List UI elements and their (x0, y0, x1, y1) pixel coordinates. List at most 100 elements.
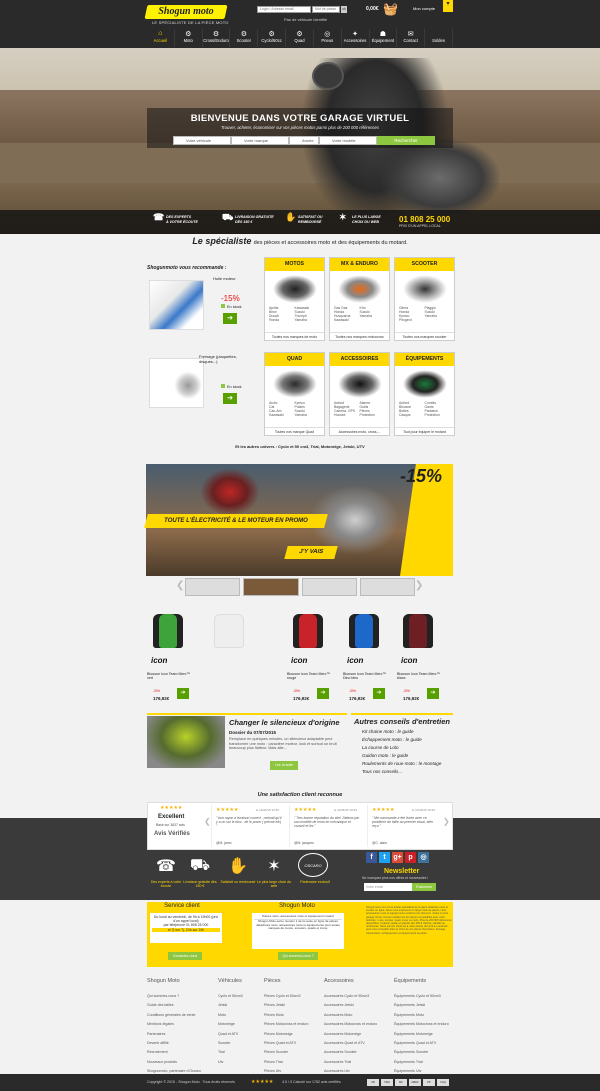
social-4-icon[interactable]: ◎ (418, 852, 429, 863)
news-title[interactable]: Changer le silencieux d'origine (229, 718, 340, 727)
category-card[interactable]: SCOOTER Gilera Honda Kymco Peugeot Piaggio Suz… (394, 257, 455, 341)
tip-link[interactable]: Kit chaine moto : le guide (362, 729, 414, 734)
footer-link[interactable]: Équipements Quad et ATV (394, 1039, 449, 1048)
reviews-prev-icon[interactable]: ❮ (204, 817, 211, 826)
footer-link[interactable]: Accessoires Motocross et enduro (324, 1020, 377, 1029)
category-all-link[interactable]: Toutes nos marques de moto (265, 332, 324, 340)
product-name[interactable]: Blouson Icon Team Merc™ Dino bleu (343, 672, 391, 681)
footer-link[interactable]: Partenaires (147, 1030, 201, 1039)
nav-item-pneus[interactable]: ◎ Pneus (314, 29, 342, 47)
carousel-thumb[interactable] (301, 578, 357, 596)
login-ok-button[interactable]: ok (341, 6, 347, 13)
search-button[interactable]: Rechercher (377, 136, 435, 145)
brand-link[interactable]: Yamaha (425, 314, 451, 318)
footer-link[interactable]: Recrutement (147, 1048, 201, 1057)
category-title[interactable]: MOTOS (265, 258, 324, 271)
recommended-product[interactable]: Huile moteur -15% En stock ➔ (147, 276, 247, 336)
footer-link[interactable]: Mentions légales (147, 1020, 201, 1029)
nav-item-scooter[interactable]: ⚙ Scooter (230, 29, 259, 47)
nav-item-quad[interactable]: ⚙ Quad (286, 29, 314, 47)
select-brand[interactable]: Votre marque (231, 136, 289, 145)
news-image[interactable] (147, 716, 225, 768)
nav-item-accessoires[interactable]: ✦ Accessoires (342, 29, 370, 47)
nav-item-cyclo-50cc[interactable]: ⚙ Cyclo/50cc (258, 29, 287, 47)
reviews-next-icon[interactable]: ❯ (443, 817, 450, 826)
select-model[interactable]: Votre modèle (319, 136, 377, 145)
footer-link[interactable]: Utv (218, 1058, 243, 1067)
footer-link[interactable]: Accessoires Trial (324, 1058, 377, 1067)
social-0-icon[interactable]: f (366, 852, 377, 863)
product-go-button[interactable]: ➔ (223, 393, 237, 404)
footer-link[interactable]: Équipements Moto (394, 1011, 449, 1020)
brand-link[interactable]: Yamaha (360, 314, 386, 318)
password-input[interactable]: Mot de passe (312, 6, 340, 13)
brand-link[interactable]: Yamaha (295, 413, 321, 417)
footer-link[interactable]: Équipements Motoneige (394, 1030, 449, 1039)
product-card[interactable]: icon Blouson Icon Team Merc™ Dino bleu -5%… (343, 610, 393, 706)
shogun-logo[interactable]: Shogun moto (144, 5, 228, 19)
tip-link[interactable]: Tous nos conseils... (362, 769, 402, 774)
product-go-button[interactable]: ➔ (223, 313, 237, 324)
carousel-thumb[interactable] (359, 578, 415, 596)
other-universes[interactable]: Et les autres univers : Cyclo et 50 cm3,… (147, 444, 453, 449)
select-vehicle[interactable]: Votre véhicule (173, 136, 231, 145)
footer-link[interactable]: Accessoires Cyclo et 50cm3 (324, 992, 377, 1001)
category-title[interactable]: ÉQUIPEMENTS (395, 353, 454, 366)
jacket-image[interactable] (349, 614, 379, 648)
newsletter-email-input[interactable]: Votre email (364, 883, 412, 891)
category-card[interactable]: ÉQUIPEMENTS Antivol Blouson Bottes Casque Com… (394, 352, 455, 436)
product-card[interactable] (208, 610, 258, 706)
carousel-thumb[interactable] (185, 578, 241, 596)
jacket-image[interactable] (293, 614, 323, 648)
nav-item-soldes[interactable]: Soldes (425, 29, 453, 47)
category-all-link[interactable]: Toutes nos marques motocross (330, 332, 389, 340)
footer-link[interactable]: Devenir affilié (147, 1039, 201, 1048)
product-name[interactable]: Blouson Icon Team Merc™ rouge (287, 672, 335, 681)
footer-link[interactable]: Cyclo et 50cm3 (218, 992, 243, 1001)
tip-link[interactable]: Guidon moto : le guide (362, 753, 408, 758)
who-are-we-button[interactable]: Qui sommes-nous ? (278, 952, 318, 960)
footer-link[interactable]: Équipements Scooter (394, 1048, 449, 1057)
brand-link[interactable]: Honda (269, 318, 295, 322)
footer-link[interactable]: Pièces Motoneige (264, 1030, 309, 1039)
footer-link[interactable]: Conditions générales de vente (147, 1011, 201, 1020)
footer-link[interactable]: Pièces Quad et ATV (264, 1039, 309, 1048)
footer-link[interactable]: Pièces Moto (264, 1011, 309, 1020)
footer-link[interactable]: Quad et ATV (218, 1030, 243, 1039)
footer-link[interactable]: Accessoires Jetski (324, 1001, 377, 1010)
tip-link[interactable]: Échappement moto : le guide (362, 737, 422, 742)
category-all-link[interactable]: Tout pour équiper le motard (395, 427, 454, 435)
nav-item-contact[interactable]: ✉ Contact (397, 29, 426, 47)
footer-link[interactable]: Moto (218, 1011, 243, 1020)
footer-link[interactable]: Équipements Motocross et enduro (394, 1020, 449, 1029)
category-card[interactable]: QUAD Arctic Cat Can-Am Kawasaki Kymco Polaris S… (264, 352, 325, 436)
brand-link[interactable]: Kawasaki (269, 413, 295, 417)
jacket-image[interactable] (153, 614, 183, 648)
brand-link[interactable]: Peugeot (399, 318, 425, 322)
product-card[interactable]: icon Blouson Icon Team Merc™ blanc -5% 176,… (397, 610, 447, 706)
category-image[interactable] (337, 370, 382, 398)
category-image[interactable] (337, 275, 382, 303)
footer-link[interactable]: Accessoires Motoneige (324, 1030, 377, 1039)
account-link[interactable]: Mon compte (413, 6, 435, 11)
footer-link[interactable]: Motoneige (218, 1020, 243, 1029)
nav-item-moto[interactable]: ⚙ Moto (175, 29, 203, 47)
newsletter-subscribe-button[interactable]: S'abonner (412, 883, 436, 891)
footer-link[interactable]: Qui sommes-nous ? (147, 992, 201, 1001)
category-title[interactable]: ACCESSOIRES (330, 353, 389, 366)
product-name[interactable]: Blouson Icon Team Merc™ vert (147, 672, 195, 681)
jacket-image[interactable] (403, 614, 433, 648)
footer-link[interactable]: Jetski (218, 1001, 243, 1010)
footer-link[interactable]: Accessoires Moto (324, 1011, 377, 1020)
contact-button[interactable]: Contactez-nous (168, 952, 202, 960)
tip-link[interactable]: Roulements de roue moto : le montage (362, 761, 441, 766)
footer-link[interactable]: Pièces Motocross et enduro (264, 1020, 309, 1029)
recommended-product[interactable]: Freinage (plaquettes, disques...) En sto… (147, 354, 247, 414)
add-to-cart-button[interactable]: ➔ (427, 688, 439, 699)
add-to-cart-button[interactable]: ➔ (373, 688, 385, 699)
category-all-link[interactable]: Accessoires moto, cross,... (330, 427, 389, 435)
footer-link[interactable]: Équipements Trial (394, 1058, 449, 1067)
footer-link[interactable]: Équipements Jetski (394, 1001, 449, 1010)
footer-link[interactable]: Pièces Jetski (264, 1001, 309, 1010)
category-all-link[interactable]: Toutes nos marque Quad (265, 427, 324, 435)
